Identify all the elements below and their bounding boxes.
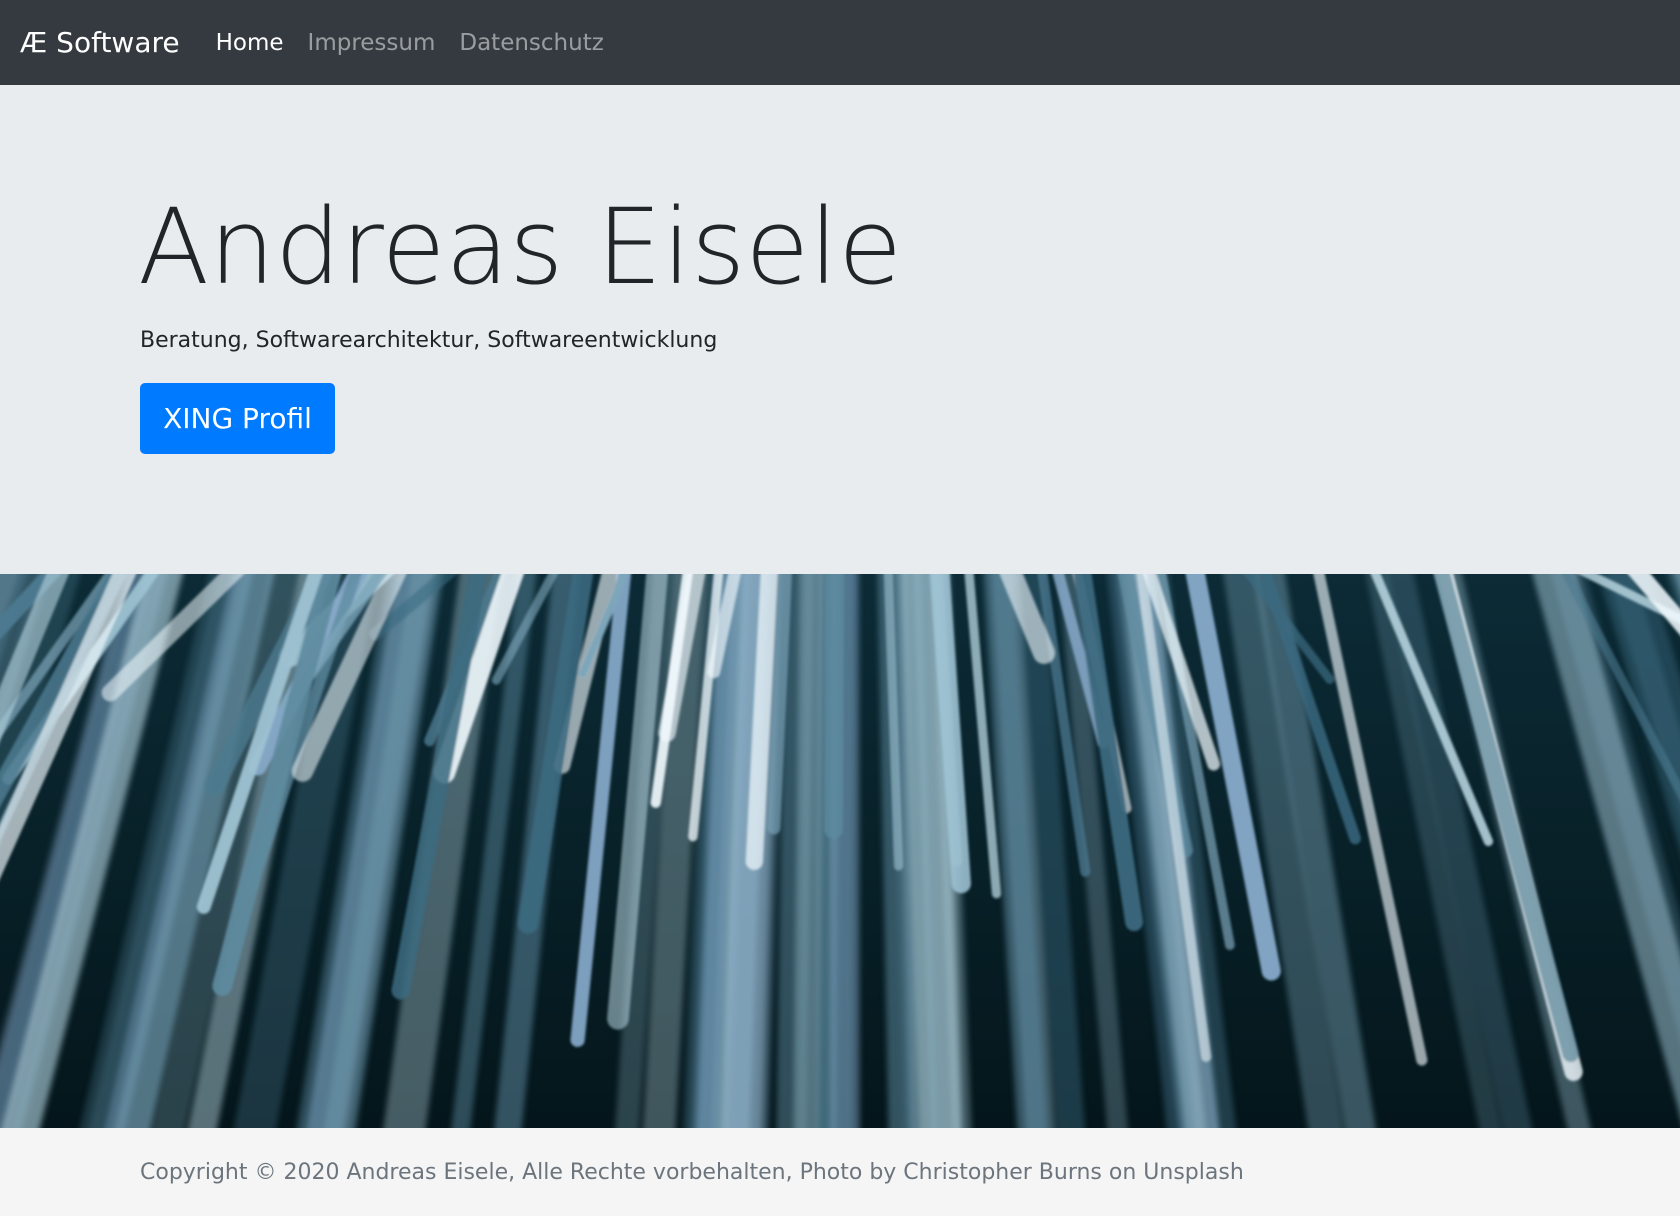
hero-title: Andreas Eisele bbox=[138, 186, 903, 308]
xing-profile-button[interactable]: XING Profil bbox=[140, 383, 335, 454]
hero-lead: Beratung, Softwarearchitektur, Softwaree… bbox=[140, 328, 718, 353]
nav-link-home[interactable]: Home bbox=[216, 30, 284, 56]
top-navbar: Æ Software Home Impressum Datenschutz bbox=[0, 0, 1680, 85]
hero-photo bbox=[0, 574, 1680, 1128]
footer-copyright: Copyright © 2020 Andreas Eisele, Alle Re… bbox=[140, 1160, 1244, 1185]
light-streak bbox=[793, 574, 825, 1128]
nav-link-datenschutz[interactable]: Datenschutz bbox=[459, 30, 603, 56]
light-streaks-image bbox=[0, 574, 1680, 1128]
brand-logo[interactable]: Æ Software bbox=[20, 26, 180, 59]
hero-jumbotron: Andreas Eisele Beratung, Softwarearchite… bbox=[0, 85, 1680, 574]
light-streak bbox=[895, 574, 936, 1128]
nav-link-impressum[interactable]: Impressum bbox=[308, 30, 436, 56]
light-streak bbox=[823, 574, 845, 839]
page-footer: Copyright © 2020 Andreas Eisele, Alle Re… bbox=[0, 1128, 1680, 1216]
light-streak bbox=[829, 574, 860, 1128]
